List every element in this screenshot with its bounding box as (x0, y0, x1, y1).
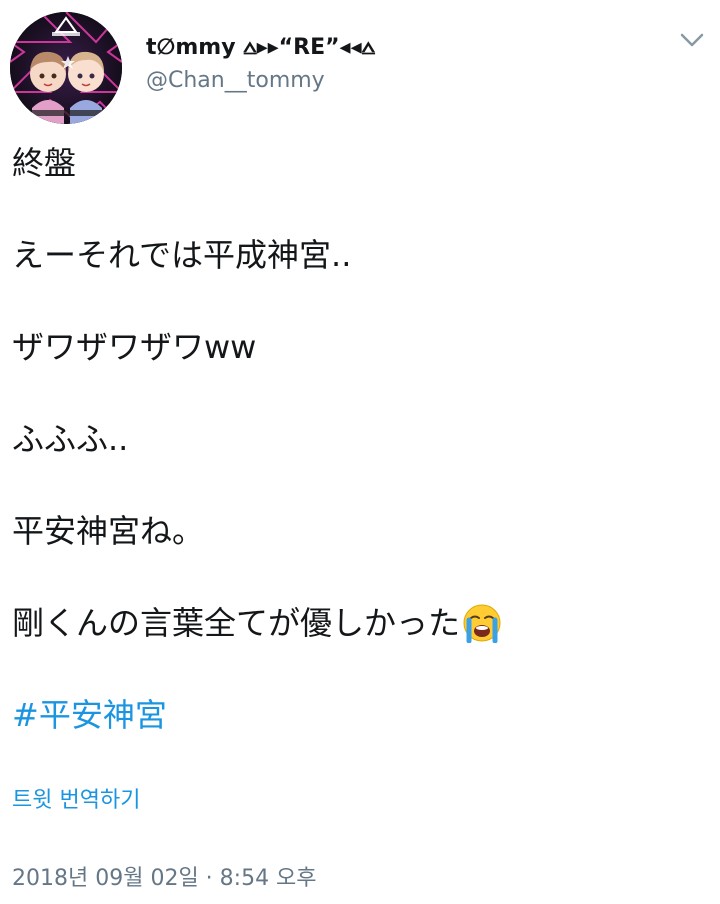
tweet-line: 剛くんの言葉全てが優しかった (12, 604, 461, 642)
hashtag-link[interactable]: #平安神宮 (12, 692, 167, 738)
display-name[interactable]: t∅mmy ⩟▸▸“RE”◂◂⩟ (146, 34, 375, 62)
avatar[interactable] (10, 12, 122, 124)
tweet-line-with-emoji: 剛くんの言葉全てが優しかった (12, 600, 708, 646)
loudly-crying-face-icon (462, 603, 502, 644)
user-names: t∅mmy ⩟▸▸“RE”◂◂⩟ @Chan__tommy (146, 34, 375, 96)
tweet-line: ザワザワザワww (12, 328, 257, 366)
tweet-line: 平安神宮ね。 (12, 512, 205, 550)
profile-avatar-image (10, 12, 122, 124)
hashtag-line: #平安神宮 (12, 692, 708, 738)
tweet-text: 終盤 えーそれでは平成神宮.. ザワザワザワww ふふふ.. 平安神宮ね。 剛く… (12, 140, 708, 738)
tweet-detail: t∅mmy ⩟▸▸“RE”◂◂⩟ @Chan__tommy 終盤 えーそれでは平… (0, 0, 720, 904)
chevron-down-icon[interactable] (678, 30, 706, 50)
tweet-line: えーそれでは平成神宮.. (12, 236, 352, 274)
tweet-header: t∅mmy ⩟▸▸“RE”◂◂⩟ @Chan__tommy (10, 12, 710, 124)
tweet-line: 終盤 (12, 144, 77, 182)
user-handle[interactable]: @Chan__tommy (146, 66, 375, 96)
translate-tweet-link[interactable]: 트윗 번역하기 (12, 786, 140, 816)
tweet-line: ふふふ.. (12, 420, 129, 458)
tweet-timestamp: 2018년 09월 02일 · 8:54 오후 (12, 866, 317, 891)
